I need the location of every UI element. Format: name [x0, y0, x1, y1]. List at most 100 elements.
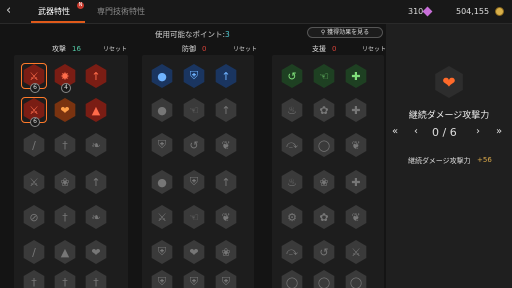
tab-expertise-traits[interactable]: 専門技術特性 — [97, 7, 145, 17]
points-label: 使用可能なポイント: — [155, 30, 226, 39]
defense-header: 防御 0 — [182, 44, 206, 54]
sword-icon: † — [62, 275, 68, 288]
burst-icon: ✸ — [60, 69, 70, 83]
feather-icon: ❧ — [91, 138, 101, 152]
max-level-button[interactable]: » — [496, 126, 502, 137]
stat-name: 継続ダメージ攻撃力 — [408, 157, 471, 165]
points-value: 3 — [225, 30, 230, 39]
flame-icon: ♨ — [287, 175, 297, 189]
heal-cross-icon: ✚ — [351, 69, 361, 83]
new-badge: N — [77, 2, 84, 9]
defense-reset-button[interactable]: リセット — [233, 44, 257, 53]
level-stepper: « ‹ 0 / 6 › » — [392, 126, 506, 140]
max-hp-icon: ● — [157, 103, 167, 117]
shield-icon: ⛨ — [221, 275, 231, 288]
dagger-icon: † — [62, 138, 68, 152]
min-level-button[interactable]: « — [392, 126, 398, 137]
ring-icon: ◯ — [317, 275, 331, 288]
flame-icon: ♨ — [287, 103, 297, 117]
wings-icon: ❦ — [351, 210, 361, 224]
attack-points: 16 — [72, 45, 81, 53]
crest-icon: ❀ — [221, 245, 231, 259]
heal-cross-icon: ✚ — [351, 175, 361, 189]
crossed-swords-icon: ⚔ — [29, 69, 39, 83]
skill-level-badge: 6 — [30, 83, 40, 93]
defense-label: 防御 — [182, 45, 196, 53]
shield-icon: ⛨ — [157, 275, 167, 288]
ring-icon: ◯ — [285, 275, 299, 288]
stat-value: +56 — [477, 156, 492, 164]
sword-icon: ∕ — [32, 138, 36, 152]
defense-points: 0 — [202, 45, 207, 53]
selected-skill-name: 継続ダメージ攻撃力 — [408, 111, 490, 121]
coin-icon — [495, 7, 504, 16]
flower-icon: ✿ — [319, 210, 329, 224]
sword-icon: † — [31, 275, 37, 288]
sword-icon: † — [93, 275, 99, 288]
fang-icon: ▲ — [91, 103, 101, 117]
back-button[interactable]: ‹ — [6, 3, 11, 19]
gem-count: 310 — [408, 7, 424, 16]
heal-cross-icon: ✚ — [351, 103, 361, 117]
broken-heart-icon: ❤ — [442, 72, 456, 92]
crossed-swords-icon: ⚔ — [29, 103, 39, 117]
claw-icon: ▲ — [60, 245, 70, 259]
decrease-level-button[interactable]: ‹ — [414, 126, 418, 137]
skill-level-badge: 6 — [30, 117, 40, 127]
wings-icon: ❦ — [221, 138, 231, 152]
shield-icon: ⛨ — [189, 69, 199, 82]
active-tab-indicator — [31, 21, 85, 23]
arrows-icon: ↑ — [91, 175, 101, 189]
arrows-icon: ↑ — [91, 69, 101, 83]
arrows-icon: ↑ — [221, 175, 231, 189]
shield-icon: ⛨ — [157, 138, 167, 151]
increase-level-button[interactable]: › — [476, 126, 480, 137]
support-points: 0 — [332, 45, 337, 53]
view-effects-button[interactable]: ⚲ 獲得効果を見る — [307, 27, 383, 38]
support-label: 支援 — [312, 45, 326, 53]
support-reset-button[interactable]: リセット — [362, 44, 386, 53]
max-hp-icon: ● — [157, 69, 167, 83]
arrows-icon: ↑ — [221, 103, 231, 117]
wings-icon: ❦ — [351, 138, 361, 152]
attack-label: 攻撃 — [52, 45, 66, 53]
shield-icon: ⛨ — [157, 245, 167, 258]
level-value: 0 / 6 — [432, 126, 457, 139]
hook-icon: ⤼ — [286, 245, 298, 258]
view-effects-label: 獲得効果を見る — [327, 29, 370, 36]
sword-icon: ∕ — [32, 245, 36, 259]
ring-icon: ◯ — [349, 275, 363, 288]
boots-icon: ☜ — [319, 69, 329, 83]
crest-icon: ❀ — [60, 175, 70, 189]
tab-weapon-traits[interactable]: 武器特性 — [38, 7, 70, 17]
coin-count: 504,155 — [456, 7, 490, 16]
swirl-icon: ↺ — [189, 138, 199, 152]
slash-icon: ⊘ — [29, 210, 39, 224]
swirl-icon: ↺ — [287, 69, 297, 83]
attack-reset-button[interactable]: リセット — [103, 44, 127, 53]
shield-icon: ⛨ — [189, 275, 199, 288]
available-points: 使用可能なポイント:3 — [155, 29, 230, 40]
support-header: 支援 0 — [312, 44, 336, 54]
max-hp-icon: ● — [157, 175, 167, 189]
ring-icon: ◯ — [317, 138, 331, 152]
shield-icon: ⛨ — [189, 175, 199, 188]
flower-icon: ✿ — [319, 103, 329, 117]
boots-icon: ☜ — [189, 210, 199, 224]
sword-icon: † — [62, 210, 68, 224]
hook-icon: ⤼ — [286, 138, 298, 151]
boots-icon: ☜ — [189, 103, 199, 117]
broken-heart-icon: ❤ — [91, 245, 101, 259]
broken-heart-icon: ❤ — [60, 103, 70, 117]
gear-icon: ⚙ — [287, 210, 297, 224]
heart-icon: ❤ — [189, 245, 199, 259]
attack-header: 攻撃 16 — [52, 44, 81, 54]
search-icon: ⚲ — [320, 29, 326, 36]
swirl-icon: ↺ — [319, 245, 329, 259]
skill-level-badge: 4 — [61, 83, 71, 93]
crossed-swords-icon: ⚔ — [351, 245, 361, 259]
crossed-swords-icon: ⚔ — [29, 175, 39, 189]
crest-icon: ❀ — [319, 175, 329, 189]
crossed-swords-icon: ⚔ — [157, 210, 167, 224]
feather-icon: ❧ — [91, 210, 101, 224]
